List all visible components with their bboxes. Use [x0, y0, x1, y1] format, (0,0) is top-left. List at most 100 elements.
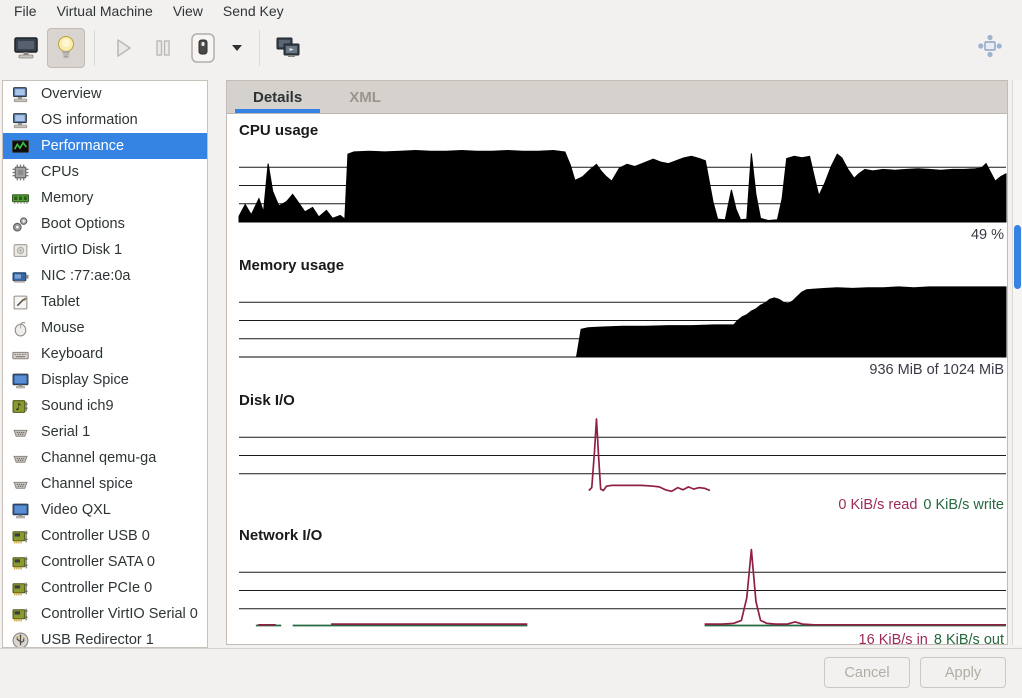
performance-panel: CPU usage 49 % Memory usage 936 MiB of 1024…	[227, 114, 1007, 650]
gears-icon	[12, 216, 30, 233]
sidebar-item-label: VirtIO Disk 1	[41, 242, 122, 258]
series-net-in	[705, 550, 1006, 625]
shutdown-icon	[188, 32, 218, 64]
computer-icon	[12, 86, 30, 103]
tab-details[interactable]: Details	[232, 81, 323, 113]
controller-icon	[12, 528, 30, 545]
chart-network-i-o: Network I/O16 KiB/s in8 KiB/s out	[239, 527, 1006, 650]
svg-text:♪: ♪	[15, 402, 21, 413]
sidebar-item-channel-spice[interactable]: Channel spice	[3, 471, 207, 497]
vertical-scrollbar[interactable]	[1012, 80, 1022, 645]
sidebar-item-cpus[interactable]: CPUs	[3, 159, 207, 185]
sidebar-item-label: Video QXL	[41, 502, 111, 518]
apply-button[interactable]: Apply	[920, 657, 1006, 688]
menubar: FileVirtual MachineViewSend Key	[0, 0, 1022, 22]
menu-file[interactable]: File	[4, 2, 47, 20]
scrollbar-thumb[interactable]	[1014, 225, 1021, 289]
chart-canvas	[239, 419, 1006, 492]
chart-canvas	[239, 284, 1006, 357]
sidebar-item-tablet[interactable]: Tablet	[3, 289, 207, 315]
sidebar-item-label: Display Spice	[41, 372, 129, 388]
sidebar-item-usb-redirector-1[interactable]: USB Redirector 1	[3, 627, 207, 648]
sidebar-item-channel-qemu-ga[interactable]: Channel qemu-ga	[3, 445, 207, 471]
toolbar-separator	[94, 30, 95, 66]
serial-icon	[12, 450, 30, 467]
sidebar-item-label: Controller VirtIO Serial 0	[41, 606, 198, 622]
menu-view[interactable]: View	[163, 2, 213, 20]
sidebar-item-keyboard[interactable]: Keyboard	[3, 341, 207, 367]
cpu-icon	[12, 164, 30, 181]
chart-title: CPU usage	[239, 122, 1006, 140]
sidebar-item-controller-virtio-serial-0[interactable]: Controller VirtIO Serial 0	[3, 601, 207, 627]
sidebar-item-controller-sata-0[interactable]: Controller SATA 0	[3, 549, 207, 575]
computer-icon	[12, 112, 30, 129]
sidebar-item-performance[interactable]: Performance	[3, 133, 207, 159]
controller-icon	[12, 554, 30, 571]
sidebar-item-video-qxl[interactable]: Video QXL	[3, 497, 207, 523]
sidebar-item-label: USB Redirector 1	[41, 632, 154, 648]
sound-icon: ♪	[12, 398, 30, 415]
chart-current-value: 936 MiB of 1024 MiB	[239, 362, 1006, 380]
sidebar-item-mouse[interactable]: Mouse	[3, 315, 207, 341]
play-icon	[111, 36, 135, 60]
sidebar-item-os-information[interactable]: OS information	[3, 107, 207, 133]
chart-canvas	[239, 554, 1006, 627]
sidebar-item-label: OS information	[41, 112, 138, 128]
fullscreen-button[interactable]	[971, 26, 1009, 66]
sidebar-item-display-spice[interactable]: Display Spice	[3, 367, 207, 393]
pause-button[interactable]	[144, 28, 182, 68]
sidebar-item-label: Performance	[41, 138, 124, 154]
pause-icon	[152, 37, 174, 59]
sidebar-item-memory[interactable]: Memory	[3, 185, 207, 211]
mouse-icon	[12, 320, 30, 337]
show-details-button[interactable]	[47, 28, 85, 68]
menu-send-key[interactable]: Send Key	[213, 2, 294, 20]
cancel-button[interactable]: Cancel	[824, 657, 910, 688]
sidebar-item-label: Mouse	[41, 320, 85, 336]
sidebar-item-label: Controller SATA 0	[41, 554, 155, 570]
chart-current-value: 49 %	[239, 227, 1006, 245]
sidebar-item-overview[interactable]: Overview	[3, 81, 207, 107]
series-memory-mib-percent	[239, 287, 1006, 357]
sidebar-item-label: Serial 1	[41, 424, 90, 440]
sidebar-item-nic-77-ae-0a[interactable]: NIC :77:ae:0a	[3, 263, 207, 289]
show-console-button[interactable]	[7, 28, 45, 68]
chart-memory-usage: Memory usage 936 MiB of 1024 MiB	[239, 257, 1006, 380]
sidebar-item-boot-options[interactable]: Boot Options	[3, 211, 207, 237]
sidebar-item-label: Boot Options	[41, 216, 125, 232]
usb-icon	[12, 632, 30, 649]
sidebar-item-controller-pcie-0[interactable]: Controller PCIe 0	[3, 575, 207, 601]
chart-title: Network I/O	[239, 527, 1006, 545]
display-icon	[12, 502, 30, 519]
run-button[interactable]	[104, 28, 142, 68]
manage-displays-button[interactable]	[269, 28, 307, 68]
sidebar-item-sound-ich9[interactable]: ♪ Sound ich9	[3, 393, 207, 419]
toolbar-separator	[259, 30, 260, 66]
hardware-list: Overview OS information Performance CPUs Mem…	[2, 80, 208, 648]
sidebar-item-virtio-disk-1[interactable]: VirtIO Disk 1	[3, 237, 207, 263]
nic-icon	[12, 268, 30, 285]
memory-icon	[12, 190, 30, 207]
chart-title: Memory usage	[239, 257, 1006, 275]
chart-title: Disk I/O	[239, 392, 1006, 410]
tabstrip: DetailsXML	[227, 81, 1007, 114]
shutdown-menu-button[interactable]	[224, 28, 250, 68]
shutdown-button[interactable]	[184, 28, 222, 68]
sidebar-item-label: Controller PCIe 0	[41, 580, 152, 596]
sidebar-item-label: Tablet	[41, 294, 80, 310]
sidebar-item-label: Sound ich9	[41, 398, 114, 414]
dual-display-icon	[275, 36, 301, 60]
sidebar-item-label: Memory	[41, 190, 93, 206]
display-icon	[12, 372, 30, 389]
menu-virtual-machine[interactable]: Virtual Machine	[47, 2, 163, 20]
tab-xml[interactable]: XML	[328, 81, 402, 113]
sidebar-item-controller-usb-0[interactable]: Controller USB 0	[3, 523, 207, 549]
sidebar-item-label: Channel qemu-ga	[41, 450, 156, 466]
chart-cpu-usage: CPU usage 49 %	[239, 122, 1006, 245]
series-cpu-percent	[239, 151, 1006, 223]
sidebar-item-serial-1[interactable]: Serial 1	[3, 419, 207, 445]
sidebar-item-label: Channel spice	[41, 476, 133, 492]
controller-icon	[12, 606, 30, 623]
performance-icon	[12, 138, 30, 155]
keyboard-icon	[12, 346, 30, 363]
